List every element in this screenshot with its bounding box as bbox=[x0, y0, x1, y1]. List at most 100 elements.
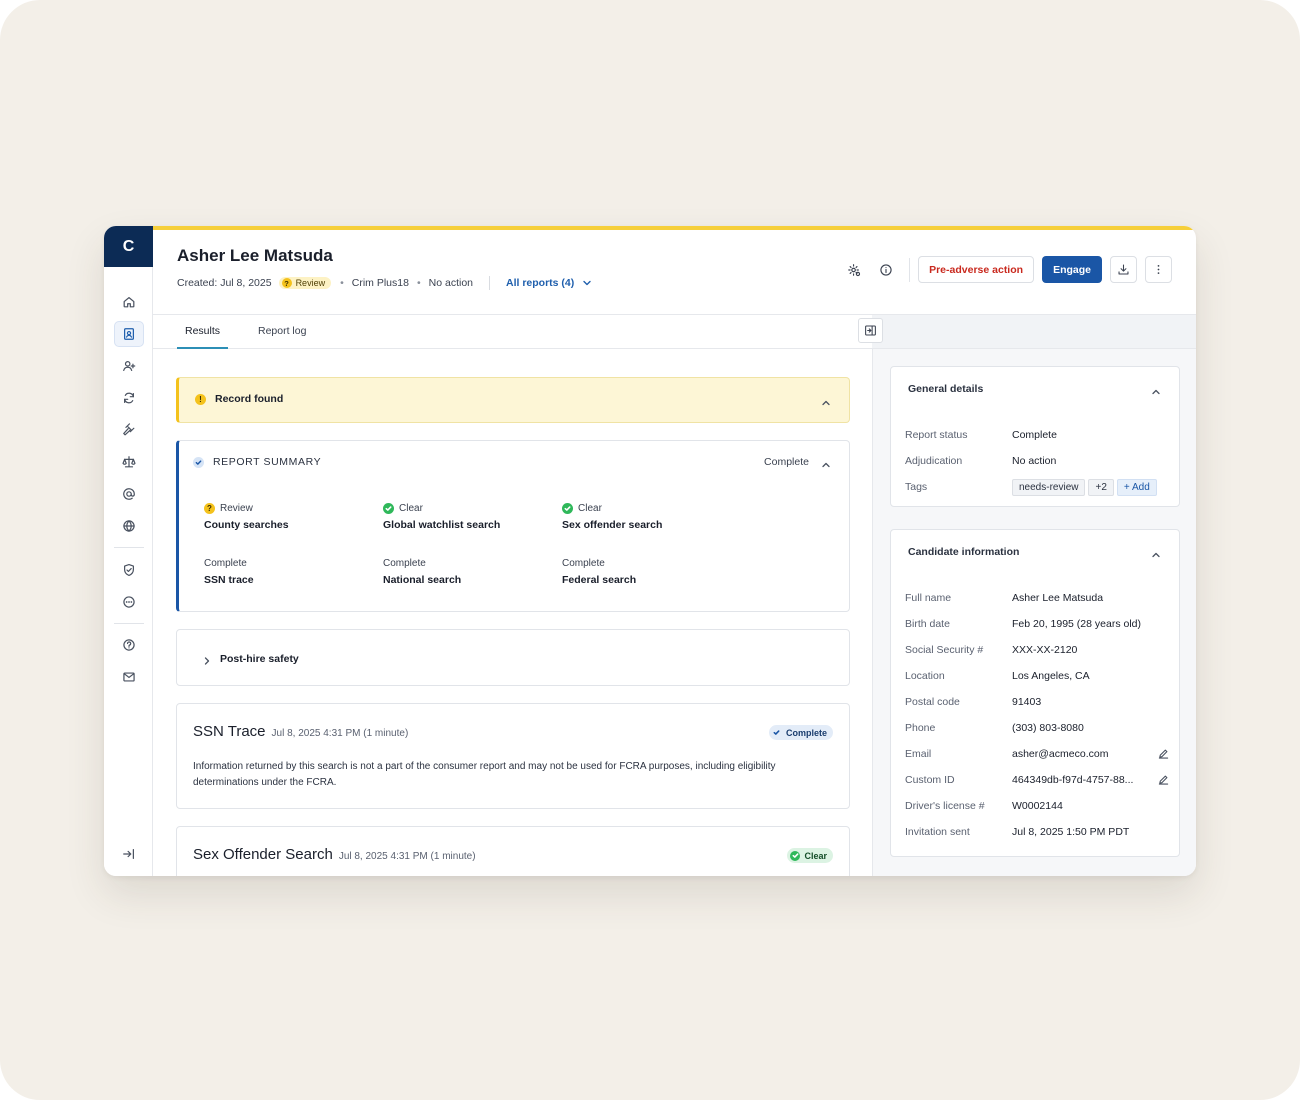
report-header: Asher Lee Matsuda Created: Jul 8, 2025 ?… bbox=[153, 230, 1196, 315]
summary-item-status: Review bbox=[220, 503, 253, 514]
summary-item-national-search[interactable]: Complete National search bbox=[383, 557, 553, 586]
more-circle-icon[interactable] bbox=[114, 589, 144, 615]
question-icon: ? bbox=[281, 278, 292, 288]
engage-button[interactable]: Engage bbox=[1042, 256, 1102, 283]
status-badge: Complete bbox=[768, 725, 833, 740]
report-tabs: Results Report log bbox=[153, 315, 872, 349]
edit-pencil-icon[interactable] bbox=[1158, 774, 1170, 786]
info-value: Feb 20, 1995 (28 years old) bbox=[1012, 618, 1141, 630]
tags-row: Tags needs-review +2 + Add bbox=[905, 478, 1170, 496]
status-badge-label: Complete bbox=[785, 727, 827, 738]
chevron-up-icon[interactable] bbox=[1151, 384, 1161, 395]
search-time: Jul 8, 2025 4:31 PM (1 minute) bbox=[338, 851, 476, 862]
info-value: Jul 8, 2025 1:50 PM PDT bbox=[1012, 826, 1130, 838]
info-icon[interactable] bbox=[873, 257, 899, 283]
candidate-information-card: Candidate information Full name Asher Lee… bbox=[890, 529, 1180, 857]
info-row: Email asher@acmeco.com bbox=[905, 745, 1170, 763]
info-row: Location Los Angeles, CA bbox=[905, 667, 1170, 685]
details-panel: General details Report status Complete A… bbox=[872, 349, 1196, 876]
info-value: 464349db-f97d-4757-88... bbox=[1012, 774, 1134, 786]
chevron-down-icon bbox=[583, 280, 591, 286]
add-user-icon[interactable] bbox=[114, 353, 144, 379]
header-actions: Pre-adverse action Engage bbox=[835, 256, 1172, 283]
summary-item-name: Sex offender search bbox=[562, 519, 663, 531]
adjudication-status: No action bbox=[428, 277, 473, 289]
mail-icon[interactable] bbox=[114, 664, 144, 690]
info-key: Location bbox=[905, 670, 945, 682]
collapse-panel-button[interactable] bbox=[858, 318, 883, 343]
summary-item-county-searches[interactable]: ? Review County searches bbox=[204, 502, 374, 531]
globe-icon[interactable] bbox=[114, 513, 144, 539]
nav-divider bbox=[114, 547, 144, 548]
report-summary-title: REPORT SUMMARY bbox=[213, 456, 322, 468]
info-key: Social Security # bbox=[905, 644, 984, 656]
candidate-information-title: Candidate information bbox=[908, 546, 1020, 558]
summary-item-status: Clear bbox=[399, 503, 423, 514]
detail-row: Adjudication No action bbox=[905, 452, 1170, 470]
search-disclaimer: Information returned by this search is n… bbox=[193, 761, 776, 788]
info-key: Invitation sent bbox=[905, 826, 970, 838]
home-icon[interactable] bbox=[114, 289, 144, 315]
info-row: Postal code 91403 bbox=[905, 693, 1170, 711]
app-window: C Asher Lee Matsuda Created: Jul 8, 2025… bbox=[104, 226, 1196, 876]
tags-list: needs-review +2 + Add bbox=[1012, 478, 1170, 496]
help-icon[interactable] bbox=[114, 632, 144, 658]
record-found-banner[interactable]: ! Record found bbox=[176, 377, 850, 423]
tab-report-log[interactable]: Report log bbox=[258, 325, 306, 349]
sex-offender-search-card: Sex Offender Search Jul 8, 2025 4:31 PM (… bbox=[176, 826, 850, 876]
status-badge: Clear bbox=[787, 848, 833, 863]
info-value: W0002144 bbox=[1012, 800, 1063, 812]
scale-icon[interactable] bbox=[114, 449, 144, 475]
package-name: Crim Plus18 bbox=[351, 277, 409, 289]
summary-item-federal-search[interactable]: Complete Federal search bbox=[562, 557, 732, 586]
summary-item-name: Federal search bbox=[562, 574, 637, 586]
info-row: Invitation sent Jul 8, 2025 1:50 PM PDT bbox=[905, 823, 1170, 841]
report-meta: Created: Jul 8, 2025 ? Review • Crim Plu… bbox=[177, 276, 592, 290]
at-sign-icon[interactable] bbox=[114, 481, 144, 507]
tab-results[interactable]: Results bbox=[177, 325, 229, 349]
more-options-button[interactable] bbox=[1145, 256, 1172, 283]
info-value: Los Angeles, CA bbox=[1012, 670, 1090, 682]
summary-item-ssn-trace[interactable]: Complete SSN trace bbox=[204, 557, 374, 586]
gavel-icon[interactable] bbox=[114, 417, 144, 443]
chevron-up-icon[interactable] bbox=[821, 395, 831, 406]
info-value: Asher Lee Matsuda bbox=[1012, 592, 1104, 604]
summary-item-global-watchlist[interactable]: Clear Global watchlist search bbox=[383, 502, 553, 531]
shield-check-icon[interactable] bbox=[114, 557, 144, 583]
pre-adverse-action-button[interactable]: Pre-adverse action bbox=[918, 256, 1035, 283]
post-hire-safety-row[interactable]: Post-hire safety bbox=[176, 629, 850, 686]
all-reports-dropdown[interactable]: All reports (4) bbox=[506, 277, 592, 289]
add-tag-button[interactable]: + Add bbox=[1116, 478, 1157, 496]
summary-item-sex-offender[interactable]: Clear Sex offender search bbox=[562, 502, 732, 531]
search-time: Jul 8, 2025 4:31 PM (1 minute) bbox=[271, 728, 409, 739]
tag-chip[interactable]: needs-review bbox=[1012, 478, 1086, 496]
chevron-up-icon[interactable] bbox=[821, 457, 831, 468]
post-hire-safety-label: Post-hire safety bbox=[220, 653, 299, 665]
chevron-up-icon[interactable] bbox=[1151, 547, 1161, 558]
info-row: Phone (303) 803-8080 bbox=[905, 719, 1170, 737]
all-reports-label: All reports (4) bbox=[506, 277, 575, 289]
alert-icon: ! bbox=[195, 394, 206, 405]
ssn-trace-card: SSN Trace Jul 8, 2025 4:31 PM (1 minute) … bbox=[176, 703, 850, 809]
info-row: Birth date Feb 20, 1995 (28 years old) bbox=[905, 615, 1170, 633]
check-circle-icon bbox=[562, 503, 573, 514]
brand-logo[interactable]: C bbox=[104, 226, 153, 267]
download-button[interactable] bbox=[1110, 256, 1137, 283]
nav-divider bbox=[114, 623, 144, 624]
info-key: Driver's license # bbox=[905, 800, 985, 812]
meta-divider bbox=[489, 276, 490, 290]
summary-item-name: SSN trace bbox=[204, 574, 254, 586]
summary-item-name: Global watchlist search bbox=[383, 519, 501, 531]
more-tags-chip[interactable]: +2 bbox=[1088, 478, 1114, 496]
edit-pencil-icon[interactable] bbox=[1158, 748, 1170, 760]
report-summary-status: Complete bbox=[764, 456, 809, 468]
status-badge-label: Review bbox=[295, 278, 326, 288]
candidates-icon[interactable] bbox=[114, 321, 144, 347]
settings-gear-icon[interactable] bbox=[841, 257, 867, 283]
summary-item-status: Complete bbox=[383, 558, 426, 569]
general-details-card: General details Report status Complete A… bbox=[890, 366, 1180, 507]
refresh-icon[interactable] bbox=[114, 385, 144, 411]
expand-sidebar-icon[interactable] bbox=[114, 841, 144, 867]
question-icon: ? bbox=[204, 503, 215, 514]
separator-dot: • bbox=[340, 277, 344, 289]
